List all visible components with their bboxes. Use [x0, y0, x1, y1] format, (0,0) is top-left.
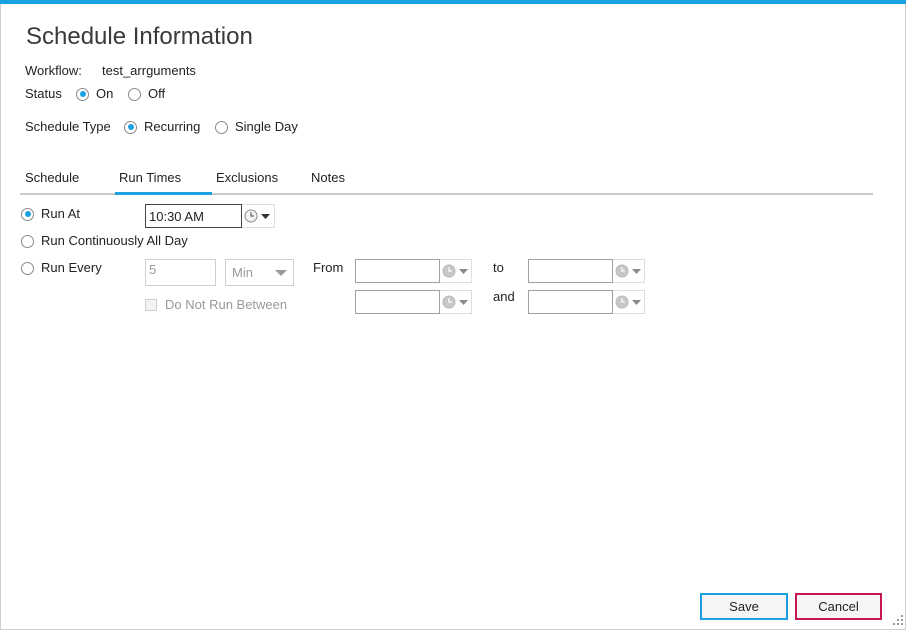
- workflow-name: test_arrguments: [102, 63, 196, 78]
- tab-notes[interactable]: Notes: [307, 164, 367, 195]
- single-day-radio[interactable]: [215, 120, 228, 134]
- run-every-from-time-picker-button[interactable]: [440, 259, 472, 283]
- chevron-down-icon: [261, 213, 270, 219]
- run-every-unit-value: Min: [232, 265, 253, 280]
- clock-icon: [442, 295, 456, 309]
- run-at-option[interactable]: Run At: [21, 206, 80, 222]
- recurring-label: Recurring: [144, 119, 201, 134]
- status-on-option[interactable]: On: [76, 86, 113, 102]
- chevron-down-icon: [275, 270, 287, 276]
- run-every-from-time-input[interactable]: [355, 259, 440, 283]
- status-off-label: Off: [148, 86, 166, 101]
- do-not-run-between-option[interactable]: Do Not Run Between: [145, 297, 287, 313]
- run-at-time-input[interactable]: [145, 204, 242, 228]
- dialog-title: Schedule Information: [26, 23, 253, 50]
- resize-grip-icon[interactable]: [892, 614, 904, 626]
- status-on-radio[interactable]: [76, 87, 89, 101]
- do-not-run-between-end-picker-button[interactable]: [613, 290, 645, 314]
- do-not-run-between-start-picker-button[interactable]: [440, 290, 472, 314]
- do-not-run-between-end-time-input[interactable]: [528, 290, 613, 314]
- and-label: and: [493, 289, 515, 304]
- run-every-unit-select[interactable]: Min: [225, 259, 294, 286]
- run-every-to-time-input[interactable]: [528, 259, 613, 283]
- run-every-option[interactable]: Run Every: [21, 260, 102, 276]
- chevron-down-icon: [632, 268, 641, 274]
- run-at-label: Run At: [41, 206, 81, 221]
- title-accent-bar: [0, 0, 906, 4]
- run-continuously-option[interactable]: Run Continuously All Day: [21, 233, 188, 249]
- run-at-time-picker-button[interactable]: [242, 204, 275, 228]
- single-day-label: Single Day: [235, 119, 298, 134]
- do-not-run-between-checkbox[interactable]: [145, 299, 157, 311]
- recurring-radio[interactable]: [124, 120, 137, 134]
- chevron-down-icon: [459, 299, 468, 305]
- run-every-interval-input[interactable]: [145, 259, 216, 286]
- do-not-run-between-start-time-input[interactable]: [355, 290, 440, 314]
- run-at-radio[interactable]: [21, 207, 34, 221]
- status-off-radio[interactable]: [128, 87, 141, 101]
- run-every-label: Run Every: [41, 260, 102, 275]
- cancel-button[interactable]: Cancel: [795, 593, 882, 620]
- status-on-label: On: [96, 86, 114, 101]
- tab-schedule[interactable]: Schedule: [21, 164, 115, 195]
- schedule-information-dialog: Schedule Information Workflow: test_arrg…: [0, 0, 906, 630]
- run-every-radio[interactable]: [21, 261, 34, 275]
- tab-exclusions[interactable]: Exclusions: [212, 164, 307, 195]
- schedule-type-label: Schedule Type: [25, 119, 111, 134]
- chevron-down-icon: [459, 268, 468, 274]
- clock-icon: [442, 264, 456, 278]
- clock-icon: [244, 209, 258, 223]
- tab-run-times[interactable]: Run Times: [115, 164, 212, 195]
- workflow-label: Workflow:: [25, 63, 82, 78]
- save-button[interactable]: Save: [700, 593, 788, 620]
- run-continuously-label: Run Continuously All Day: [41, 233, 188, 248]
- clock-icon: [615, 295, 629, 309]
- run-every-to-time-picker-button[interactable]: [613, 259, 645, 283]
- schedule-type-single-day-option[interactable]: Single Day: [215, 119, 298, 135]
- to-label: to: [493, 260, 504, 275]
- chevron-down-icon: [632, 299, 641, 305]
- do-not-run-between-label: Do Not Run Between: [165, 297, 288, 312]
- status-label: Status: [25, 86, 62, 101]
- from-label: From: [313, 260, 344, 275]
- clock-icon: [615, 264, 629, 278]
- status-off-option[interactable]: Off: [128, 86, 165, 102]
- schedule-type-recurring-option[interactable]: Recurring: [124, 119, 200, 135]
- run-continuously-radio[interactable]: [21, 234, 34, 248]
